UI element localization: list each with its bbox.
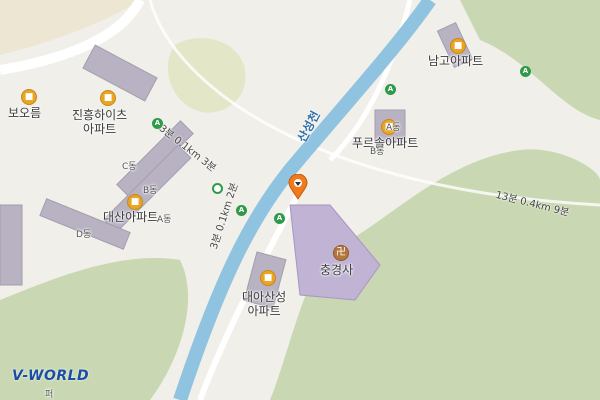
trail-marker-icon[interactable]: A [385, 84, 396, 95]
place-label-daeasan: 대아산성 아파트 [242, 290, 287, 318]
map-canvas[interactable]: 산성천 ■ ■ ■ ■ ■ ■ 卍 보오름 진흥하이츠 아파트 대산아파트 남고… [0, 0, 600, 400]
building-tag-a: A동 [157, 215, 172, 225]
apartment-icon[interactable]: ■ [260, 270, 276, 286]
temple-icon[interactable]: 卍 [333, 245, 349, 261]
park-area [167, 38, 246, 113]
place-label-borem: 보오름 [8, 106, 42, 120]
place-label-chunggyeongsa: 충경사 [320, 263, 354, 277]
trail-marker-icon[interactable]: A [274, 213, 285, 224]
apartment-icon[interactable]: ■ [100, 90, 116, 106]
location-pin-icon[interactable] [288, 173, 308, 200]
apartment-icon[interactable]: ■ [450, 38, 466, 54]
trail-marker-icon[interactable]: A [236, 205, 247, 216]
place-label-daesan: 대산아파트 [103, 210, 159, 224]
building-jinheung [82, 44, 158, 102]
place-label-namgo: 남고아파트 [428, 54, 484, 68]
building-tag-c: C동 [122, 162, 137, 172]
building-west [0, 204, 23, 286]
building-tag-d: D동 [76, 230, 92, 240]
apartment-icon[interactable]: ■ [21, 89, 37, 105]
vworld-logo: V-WORLD [12, 368, 90, 384]
bottom-text: 퍼 [45, 390, 54, 400]
trail-marker-icon[interactable]: A [520, 66, 531, 77]
apartment-icon[interactable]: ■ [127, 194, 143, 210]
place-label-jinheung: 진흥하이츠 아파트 [72, 108, 128, 136]
building-tag-a2: A동 [386, 123, 401, 133]
building-tag-b: B동 [143, 186, 158, 196]
building-tag-b2: B동 [370, 147, 385, 157]
place-label-prugeum: 푸르솔아파트 [352, 136, 419, 150]
